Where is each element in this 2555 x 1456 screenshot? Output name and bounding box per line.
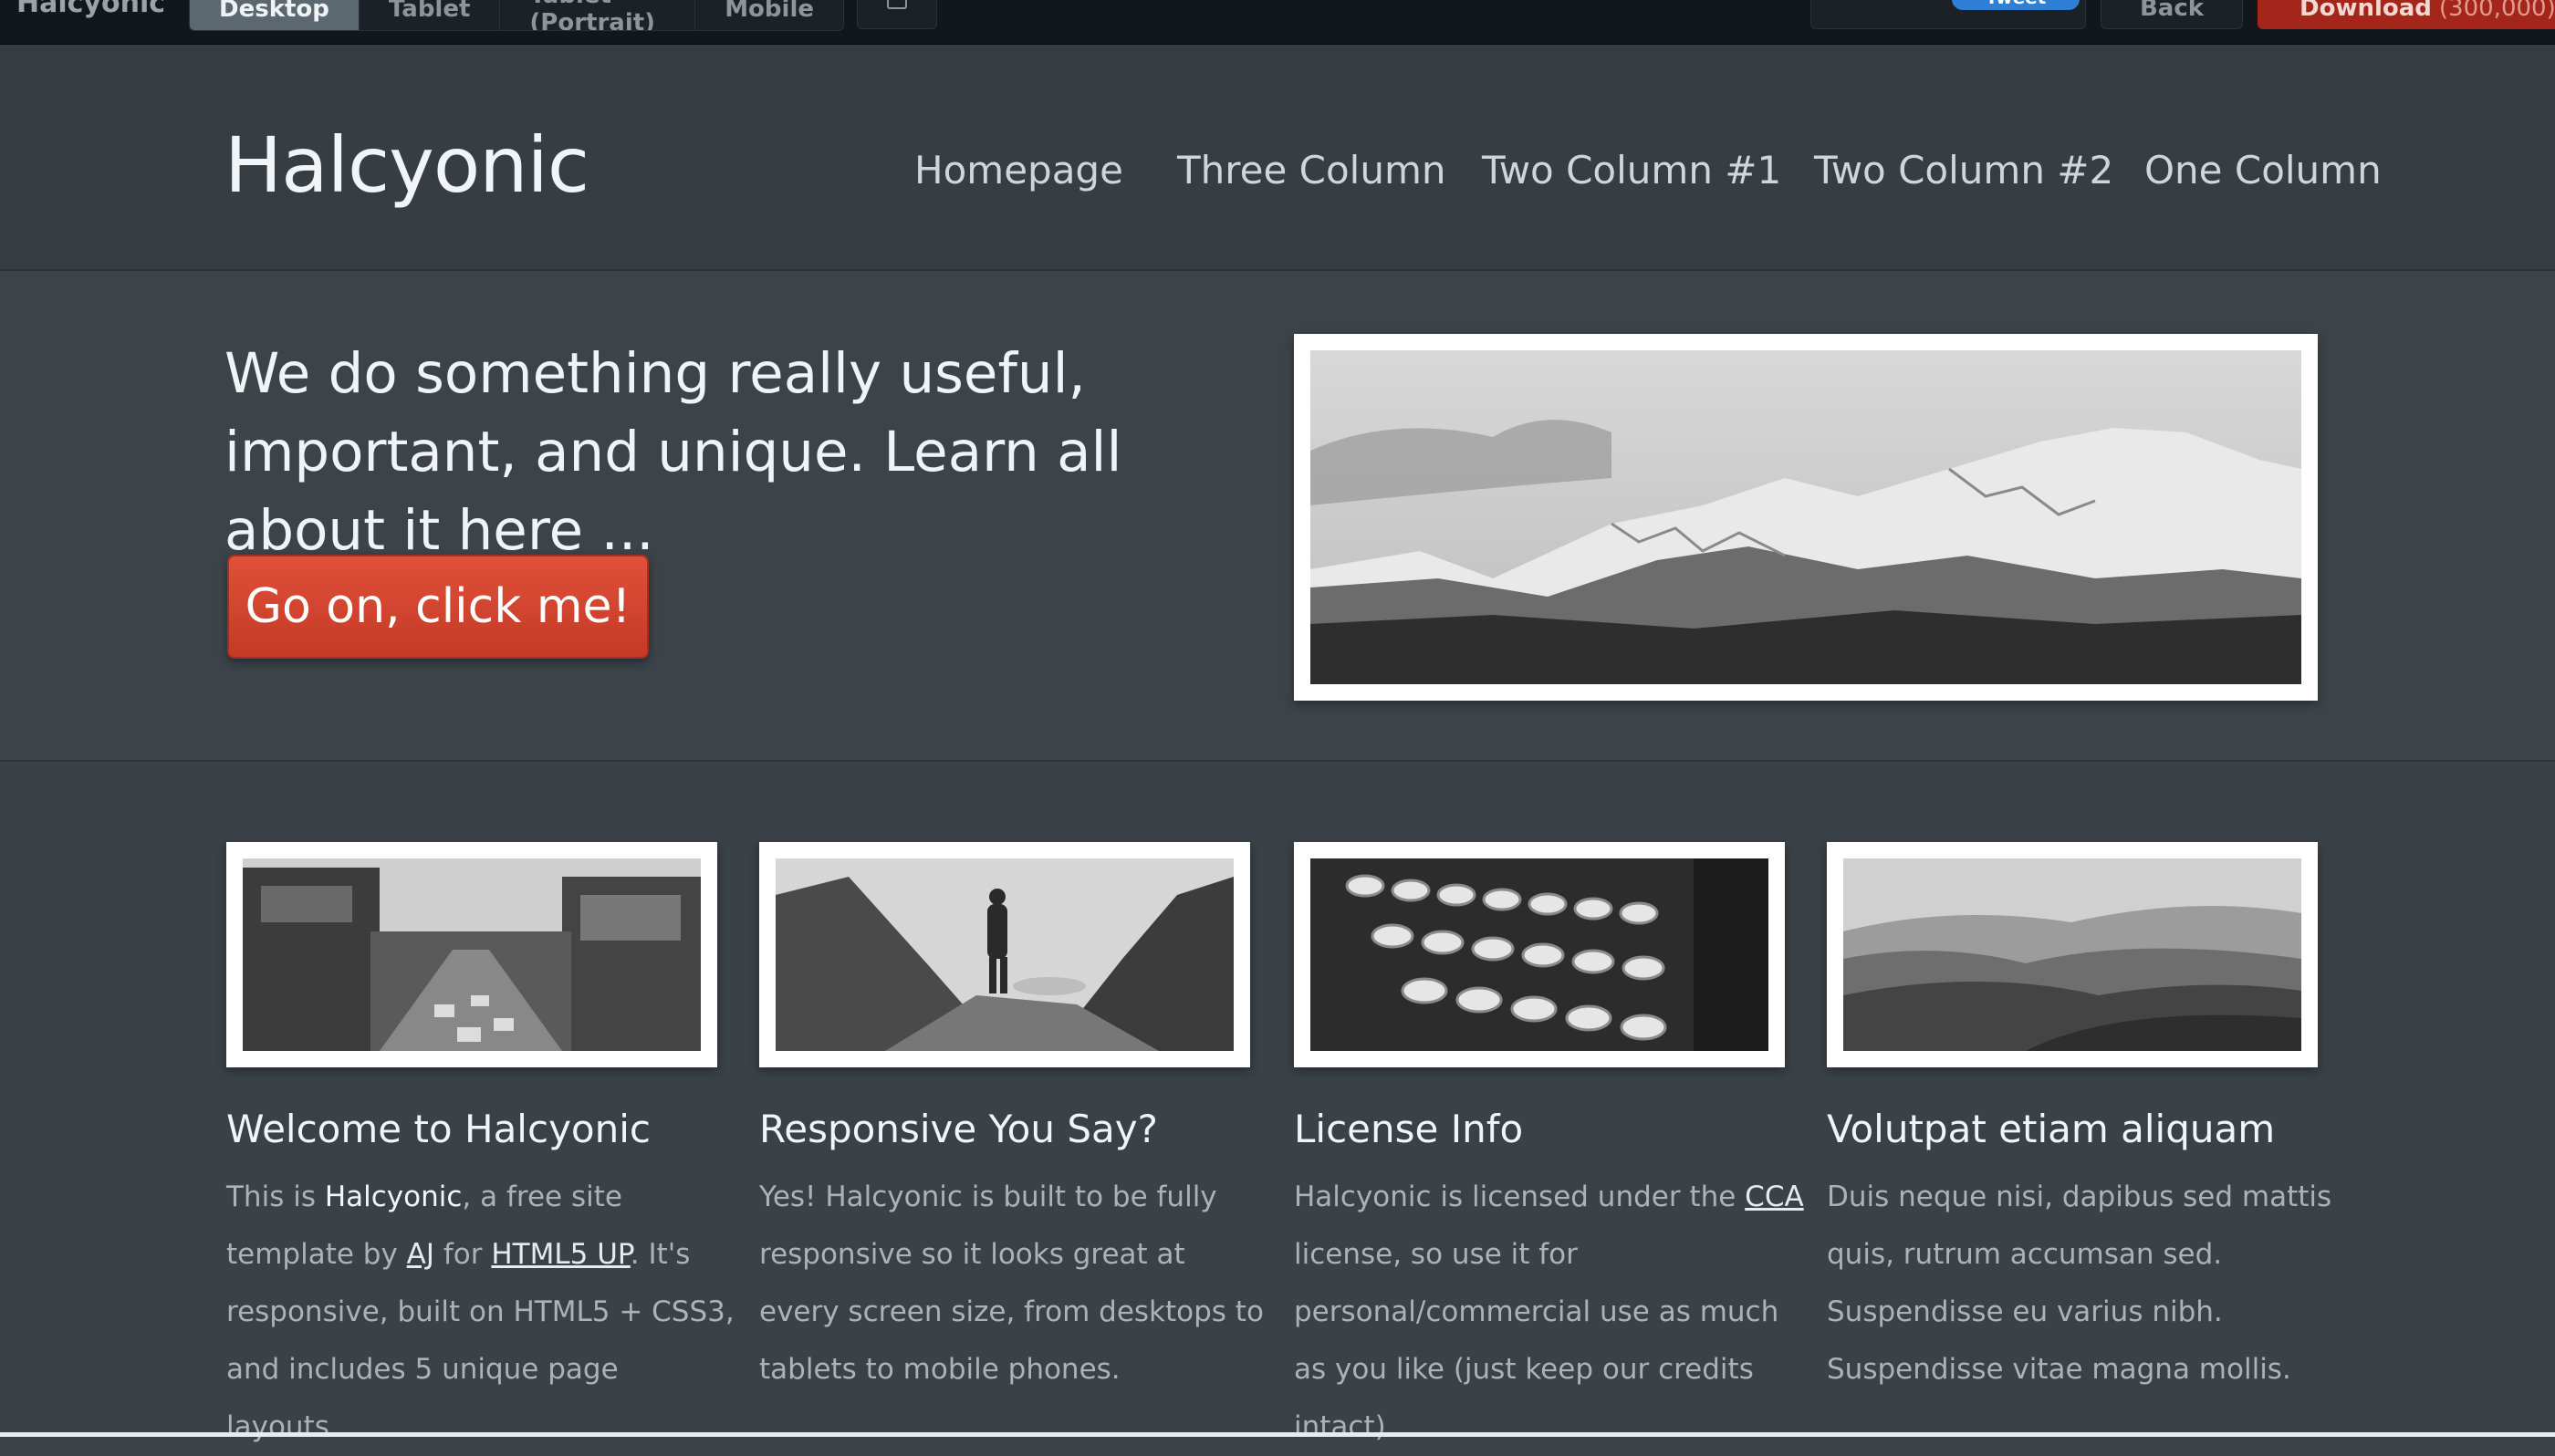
mountain-image	[1310, 350, 2301, 684]
feature-text-1: This is Halcyonic, a free site template …	[226, 1169, 737, 1456]
nav-homepage[interactable]: Homepage	[914, 151, 1123, 190]
tab-mobile[interactable]: Mobile	[695, 0, 843, 30]
window-icon	[887, 0, 907, 9]
nav-one-column[interactable]: One Column	[2144, 151, 2382, 190]
feature-title-4: Volutpat etiam aliquam	[1827, 1107, 2276, 1151]
download-button[interactable]: Download (300,000)	[2258, 0, 2555, 29]
author-link[interactable]: AJ	[407, 1238, 434, 1271]
tab-tablet-portrait[interactable]: Tablet (Portrait)	[500, 0, 696, 30]
feature-image-city	[226, 842, 717, 1067]
tweet-button[interactable]: Tweet	[1952, 0, 2080, 10]
toolbar-brand: Halcyonic	[16, 0, 166, 19]
features-section: Welcome to Halcyonic This is Halcyonic, …	[0, 762, 2555, 1443]
city-street-image	[243, 858, 701, 1051]
back-button[interactable]: Back	[2101, 0, 2243, 29]
feature-text-2: Yes! Halcyonic is built to be fully resp…	[759, 1180, 1264, 1386]
typewriter-image	[1310, 858, 1768, 1051]
feature-title-2: Responsive You Say?	[759, 1107, 1158, 1151]
nav-two-column-1[interactable]: Two Column #1	[1482, 151, 1781, 190]
hills-image	[1843, 858, 2301, 1051]
site-header: Halcyonic Homepage Three Column Two Colu…	[0, 45, 2555, 271]
nav-three-column[interactable]: Three Column	[1177, 151, 1446, 190]
feature-text-1-part: This is	[226, 1180, 325, 1213]
feature-text-3: Halcyonic is licensed under the CCA lice…	[1294, 1169, 1805, 1456]
feature-text-3-part: Halcyonic is licensed under the	[1294, 1180, 1746, 1213]
share-group: Tweet	[1810, 0, 2086, 29]
hiker-image	[776, 858, 1234, 1051]
download-count: (300,000)	[2438, 0, 2555, 22]
feature-title-1: Welcome to Halcyonic	[226, 1107, 651, 1151]
banner-headline: We do something really useful, important…	[224, 341, 1122, 563]
feature-text-4: Duis neque nisi, dapibus sed mattis quis…	[1827, 1180, 2332, 1386]
cca-license-link[interactable]: CCA	[1745, 1180, 1804, 1213]
site-logo[interactable]: Halcyonic	[224, 127, 589, 203]
device-tab-group: Desktop Tablet Tablet (Portrait) Mobile	[189, 0, 844, 31]
footer-edge	[0, 1432, 2555, 1437]
download-label: Download	[2300, 0, 2432, 22]
feature-text-1-part: for	[434, 1238, 492, 1271]
banner-image	[1294, 334, 2318, 701]
hero-banner: We do something really useful, important…	[0, 271, 2555, 762]
feature-card-3: License Info Halcyonic is licensed under…	[1294, 842, 1804, 1443]
preview-toolbar: Halcyonic Desktop Tablet Tablet (Portrai…	[0, 0, 2555, 45]
feature-title-3: License Info	[1294, 1107, 1524, 1151]
nav-two-column-2[interactable]: Two Column #2	[1814, 151, 2113, 190]
feature-image-hiker	[759, 842, 1250, 1067]
html5up-link[interactable]: HTML5 UP	[491, 1238, 630, 1271]
cta-button[interactable]: Go on, click me!	[227, 555, 649, 659]
feature-card-2: Responsive You Say? Yes! Halcyonic is bu…	[759, 842, 1264, 1386]
tab-tablet[interactable]: Tablet	[360, 0, 501, 30]
feature-text-3-part: license, so use it for personal/commerci…	[1294, 1238, 1779, 1443]
toggle-frame-button[interactable]	[857, 0, 937, 29]
feature-card-4: Volutpat etiam aliquam Duis neque nisi, …	[1827, 842, 2331, 1386]
tab-desktop[interactable]: Desktop	[190, 0, 360, 30]
brand-mention: Halcyonic	[324, 1180, 463, 1213]
feature-image-hills	[1827, 842, 2318, 1067]
feature-card-1: Welcome to Halcyonic This is Halcyonic, …	[226, 842, 735, 1443]
feature-image-typewriter	[1294, 842, 1785, 1067]
